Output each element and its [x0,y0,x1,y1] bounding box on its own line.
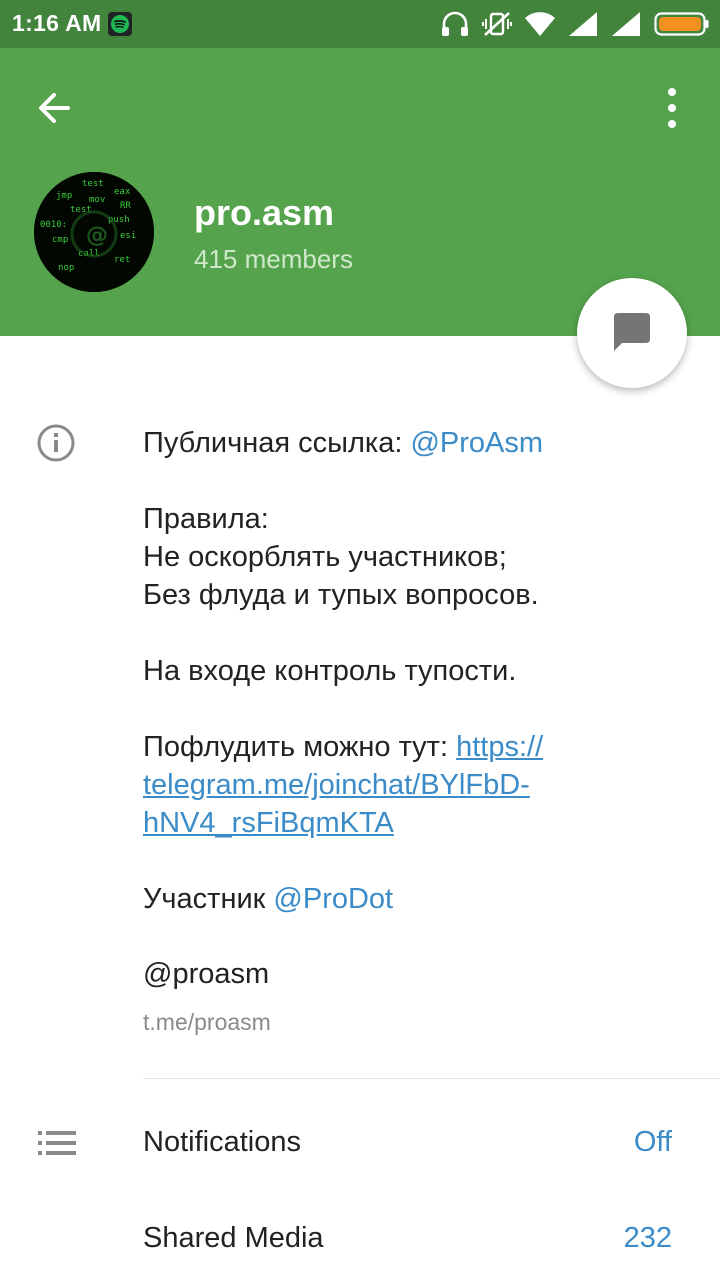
member-count: 415 members [194,244,353,274]
status-bar: 1:16 AM [0,0,720,48]
message-icon [614,313,650,351]
rule-line: Не оскорблять участников; [143,541,507,573]
more-options-icon[interactable] [652,82,692,134]
svg-text:test: test [82,179,104,189]
signal-icon [610,10,642,43]
headphones-icon [440,10,470,43]
rules-title: Правила: [143,503,269,535]
back-arrow-icon[interactable] [30,82,82,134]
flood-url[interactable]: https:// [456,731,543,763]
public-link-label: Публичная ссылка: [143,427,411,459]
shared-media-label: Shared Media [143,1222,324,1254]
flood-url[interactable]: telegram.me/joinchat/BYlFbD- [143,769,530,801]
notifications-label: Notifications [143,1126,301,1158]
svg-text:eax: eax [114,187,131,197]
group-description: Публичная ссылка: @ProAsm Правила: Не ос… [143,424,663,918]
member-link[interactable]: @ProDot [273,883,393,915]
battery-icon [654,12,710,41]
svg-text:mov: mov [89,195,105,205]
public-link[interactable]: @ProAsm [410,427,543,459]
notifications-list-icon [38,1130,76,1156]
flood-url[interactable]: hNV4_rsFiBqmKTA [143,807,394,839]
signal-icon [567,10,599,43]
svg-text:cmp: cmp [52,235,68,245]
member-line: Участник @ProDot [143,880,663,918]
flood-line: Пофлудить можно тут: https:// [143,728,663,766]
group-title: pro.asm [194,192,335,233]
notifications-value: Off [633,1126,672,1158]
vibrate-off-icon [482,10,512,43]
svg-text:ret: ret [114,255,130,265]
group-short-link: t.me/proasm [143,1009,271,1035]
public-link-line: Публичная ссылка: @ProAsm [143,424,663,462]
control-line: На входе контроль тупости. [143,655,517,687]
info-icon [36,423,76,463]
shared-media-count: 232 [623,1222,672,1254]
svg-text:0010:: 0010: [40,220,67,230]
send-message-button[interactable] [577,278,687,388]
svg-text:nop: nop [58,263,74,273]
svg-text:jmp: jmp [56,191,72,201]
svg-text:esi: esi [120,231,136,241]
member-label: Участник [143,883,274,915]
wifi-icon [524,10,556,43]
group-username[interactable]: @proasm [143,958,269,991]
svg-text:RR: RR [120,201,131,211]
rule-line: Без флуда и тупых вопросов. [143,579,539,611]
spotify-icon [108,12,132,36]
divider [143,1078,720,1079]
flood-label: Пофлудить можно тут: [143,731,457,763]
status-time: 1:16 AM [12,10,102,36]
svg-text:@: @ [86,223,108,248]
group-avatar[interactable]: test eax jmp mov RR test 0010: push cmp … [34,172,154,292]
